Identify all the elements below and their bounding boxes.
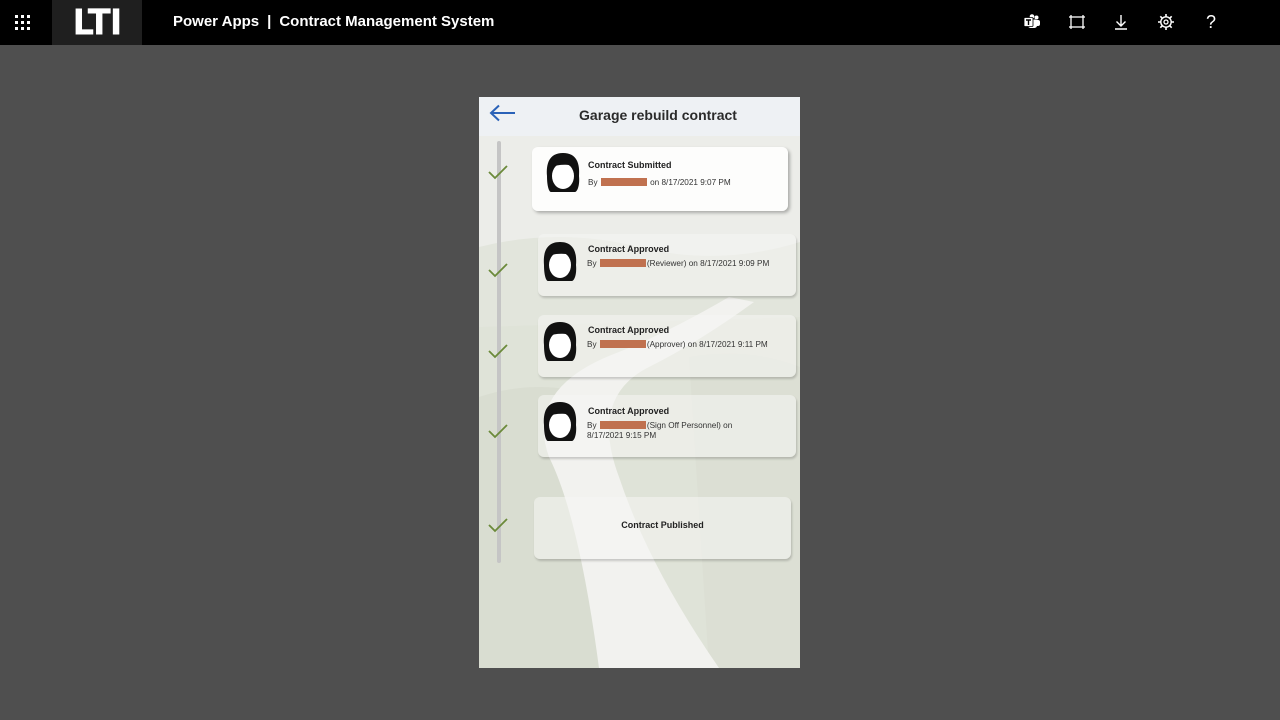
top-bar: LTI Power Apps | Contract Management Syste… (0, 0, 1280, 45)
card-detail: By on 8/17/2021 9:07 PM (588, 178, 731, 187)
check-icon (488, 518, 508, 533)
title-separator: | (267, 13, 272, 30)
timeline-card[interactable]: Contract Submitted By on 8/17/2021 9:07 … (532, 147, 788, 211)
settings-icon[interactable] (1156, 12, 1176, 32)
timeline-card[interactable]: Contract Approved By (Reviewer) on 8/17/… (538, 234, 796, 296)
download-icon[interactable] (1111, 12, 1131, 32)
avatar (543, 242, 577, 281)
check-icon (488, 344, 508, 359)
check-icon (488, 424, 508, 439)
logo-text: LTI (72, 1, 123, 44)
app-name: Contract Management System (279, 13, 495, 30)
product-name: Power Apps (173, 13, 260, 30)
card-detail: By (Reviewer) on 8/17/2021 9:09 PM (587, 259, 770, 268)
card-title: Contract Published (621, 520, 704, 530)
redacted-name (599, 340, 646, 348)
check-icon (488, 263, 508, 278)
avatar (543, 322, 577, 361)
fit-to-screen-icon[interactable] (1067, 12, 1087, 32)
card-title: Contract Submitted (588, 160, 672, 170)
app-launcher-icon[interactable] (0, 0, 45, 45)
card-detail: By (Approver) on 8/17/2021 9:11 PM (587, 340, 768, 349)
company-logo: LTI (52, 0, 142, 45)
avatar (543, 402, 577, 441)
card-detail: By (Sign Off Personnel) on 8/17/2021 9:1… (587, 421, 733, 440)
redacted-name (599, 421, 646, 429)
card-title: Contract Approved (588, 406, 670, 416)
app-screen: Garage rebuild contract Contract Submitt… (479, 97, 800, 668)
card-title: Contract Approved (588, 325, 670, 335)
screen-header: Garage rebuild contract (479, 97, 800, 136)
check-icon (488, 165, 508, 180)
redacted-name (600, 178, 647, 186)
teams-icon[interactable] (1022, 12, 1042, 32)
timeline-card[interactable]: Contract Published (534, 497, 791, 559)
timeline-card[interactable]: Contract Approved By (Approver) on 8/17/… (538, 315, 796, 377)
help-icon[interactable]: ? (1201, 12, 1221, 32)
card-title: Contract Approved (588, 244, 670, 254)
timeline-card[interactable]: Contract Approved By (Sign Off Personnel… (538, 395, 796, 457)
app-title: Power Apps | Contract Management System (173, 13, 494, 30)
screen-title: Garage rebuild contract (579, 107, 737, 123)
avatar (546, 153, 580, 192)
redacted-name (599, 259, 646, 267)
